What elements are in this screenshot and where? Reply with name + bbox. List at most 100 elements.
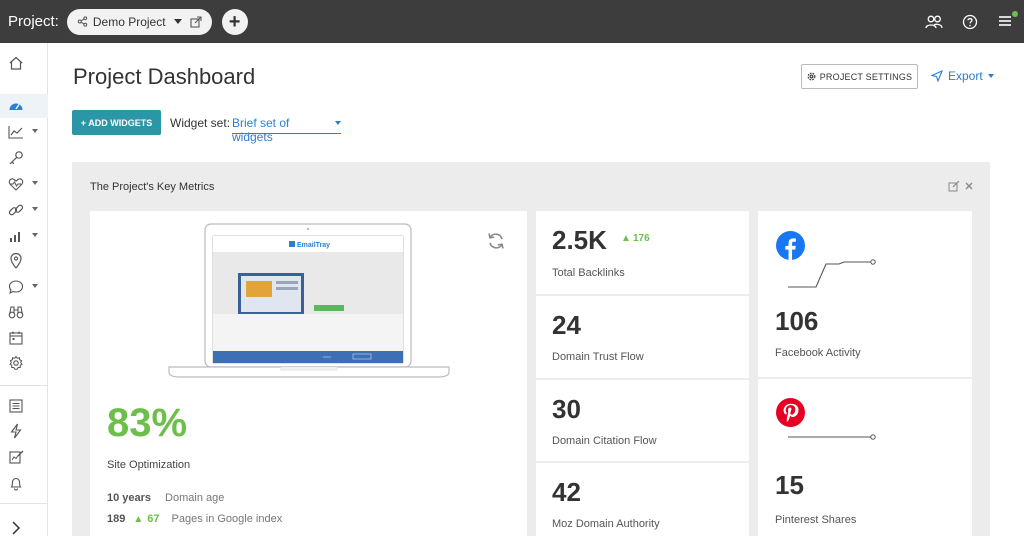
chevron-down-icon xyxy=(32,233,38,237)
sidebar-item-local[interactable] xyxy=(0,249,48,273)
project-settings-button[interactable]: PROJECT SETTINGS xyxy=(801,64,918,89)
sidebar-item-calendar[interactable] xyxy=(0,326,48,350)
sidebar-item-reports[interactable] xyxy=(0,224,48,248)
menu-icon[interactable] xyxy=(988,0,1024,43)
metric-label: Total Backlinks xyxy=(552,267,625,279)
sidebar xyxy=(0,43,48,536)
project-settings-label: PROJECT SETTINGS xyxy=(819,71,913,82)
site-optimization-label: Site Optimization xyxy=(107,459,191,471)
sidebar-item-automation[interactable] xyxy=(0,419,48,443)
external-link-icon[interactable] xyxy=(190,15,202,28)
project-name: Demo Project xyxy=(92,14,166,29)
sidebar-item-tasks[interactable] xyxy=(0,394,48,418)
top-right-tools xyxy=(916,0,1024,43)
sidebar-item-research[interactable] xyxy=(0,300,48,324)
chevron-right-icon xyxy=(12,521,21,535)
metric-card-trust-flow: 24 Domain Trust Flow xyxy=(536,296,749,378)
indexed-pages-value: 189 xyxy=(107,513,126,525)
users-icon[interactable] xyxy=(916,0,952,43)
chevron-down-icon xyxy=(987,74,994,78)
metric-card-domain-authority: 42 Moz Domain Authority xyxy=(536,463,749,536)
social-label: Pinterest Shares xyxy=(775,514,857,526)
metric-card-citation-flow: 30 Domain Citation Flow xyxy=(536,380,749,461)
key-metrics-panel: The Project's Key Metrics EmailTray 83% … xyxy=(72,162,990,536)
sidebar-item-white-label[interactable] xyxy=(0,445,48,469)
list-icon xyxy=(9,399,23,413)
add-widgets-button[interactable]: + ADD WIDGETS xyxy=(72,110,161,135)
metric-value: 42 xyxy=(552,477,581,507)
chevron-down-icon xyxy=(32,207,38,211)
site-optimization-value: 83% xyxy=(107,401,188,445)
send-icon xyxy=(931,70,943,82)
social-value: 106 xyxy=(775,306,819,336)
page-title: Project Dashboard xyxy=(73,64,256,89)
refresh-icon[interactable] xyxy=(486,231,506,251)
metric-value: 24 xyxy=(552,310,581,340)
lightning-icon xyxy=(10,423,22,439)
chevron-down-icon xyxy=(32,284,38,288)
up-arrow-icon: ▲ xyxy=(133,513,144,525)
widget-set-value: Brief set of widgets xyxy=(232,116,290,144)
pinterest-icon xyxy=(776,398,805,427)
link-icon xyxy=(8,204,24,216)
bell-icon xyxy=(10,477,22,491)
panel-tools xyxy=(948,180,974,192)
close-icon[interactable] xyxy=(964,181,974,191)
sidebar-divider xyxy=(0,385,48,386)
social-label: Facebook Activity xyxy=(775,347,861,359)
project-label: Project: xyxy=(8,13,59,30)
domain-age-label: Domain age xyxy=(165,492,225,504)
social-card-facebook: 106 Facebook Activity xyxy=(758,211,972,377)
export-button[interactable]: Export xyxy=(931,69,994,83)
laptop-preview-image[interactable]: EmailTray xyxy=(168,223,450,383)
sidebar-item-rankings[interactable] xyxy=(0,120,48,144)
export-label: Export xyxy=(948,69,983,83)
metric-card-backlinks: 2.5K ▲ 176 Total Backlinks xyxy=(536,211,749,294)
gear-icon xyxy=(9,355,23,370)
project-selector[interactable]: Demo Project xyxy=(66,8,212,35)
edit-icon[interactable] xyxy=(948,180,960,192)
metric-label: Moz Domain Authority xyxy=(552,518,660,530)
edit-chart-icon xyxy=(9,450,24,464)
sidebar-item-home[interactable] xyxy=(0,51,48,75)
panel-title: The Project's Key Metrics xyxy=(90,181,215,193)
notification-dot xyxy=(1012,11,1018,17)
help-icon[interactable] xyxy=(952,0,988,43)
indexed-pages-row: 189 ▲ 67 Pages in Google index xyxy=(107,513,282,525)
chevron-down-icon xyxy=(173,19,182,24)
heartbeat-icon xyxy=(8,178,24,191)
indexed-pages-label: Pages in Google index xyxy=(171,513,283,525)
domain-age-value: 10 years xyxy=(107,492,152,504)
chat-bubble-icon xyxy=(8,280,24,295)
up-arrow-icon: ▲ xyxy=(621,233,631,244)
bar-chart-icon xyxy=(10,232,20,242)
pinterest-sparkline xyxy=(788,434,876,440)
sidebar-item-keywords[interactable] xyxy=(0,146,48,170)
map-pin-icon xyxy=(10,253,22,269)
widget-set-dropdown[interactable]: Brief set of widgets xyxy=(232,116,341,144)
metric-label: Domain Citation Flow xyxy=(552,435,657,447)
metric-value: 30 xyxy=(552,394,581,424)
metric-value: 2.5K xyxy=(552,225,607,255)
sidebar-item-links[interactable] xyxy=(0,198,48,222)
binoculars-icon xyxy=(8,306,24,319)
site-overview-card: EmailTray 83% Site Optimization 10 years xyxy=(90,211,527,536)
add-project-button[interactable]: + xyxy=(221,8,248,35)
facebook-sparkline xyxy=(788,259,876,288)
widget-set-label: Widget set: xyxy=(170,116,231,130)
sidebar-item-social[interactable] xyxy=(0,275,48,299)
sidebar-item-site-audit[interactable] xyxy=(0,172,48,196)
sidebar-item-settings[interactable] xyxy=(0,351,48,375)
sidebar-expand-button[interactable] xyxy=(0,516,48,536)
sidebar-item-dashboard[interactable] xyxy=(0,94,48,118)
social-value: 15 xyxy=(775,470,804,500)
sidebar-item-alerts[interactable] xyxy=(0,471,48,495)
calendar-icon xyxy=(9,331,23,345)
home-icon xyxy=(9,56,23,70)
indexed-pages-delta: 67 xyxy=(147,513,160,525)
share-icon xyxy=(77,16,88,27)
gear-icon xyxy=(807,72,816,81)
top-bar: Project: Demo Project + xyxy=(0,0,1024,43)
chart-line-icon xyxy=(8,126,23,139)
social-card-pinterest: 15 Pinterest Shares xyxy=(758,379,972,536)
